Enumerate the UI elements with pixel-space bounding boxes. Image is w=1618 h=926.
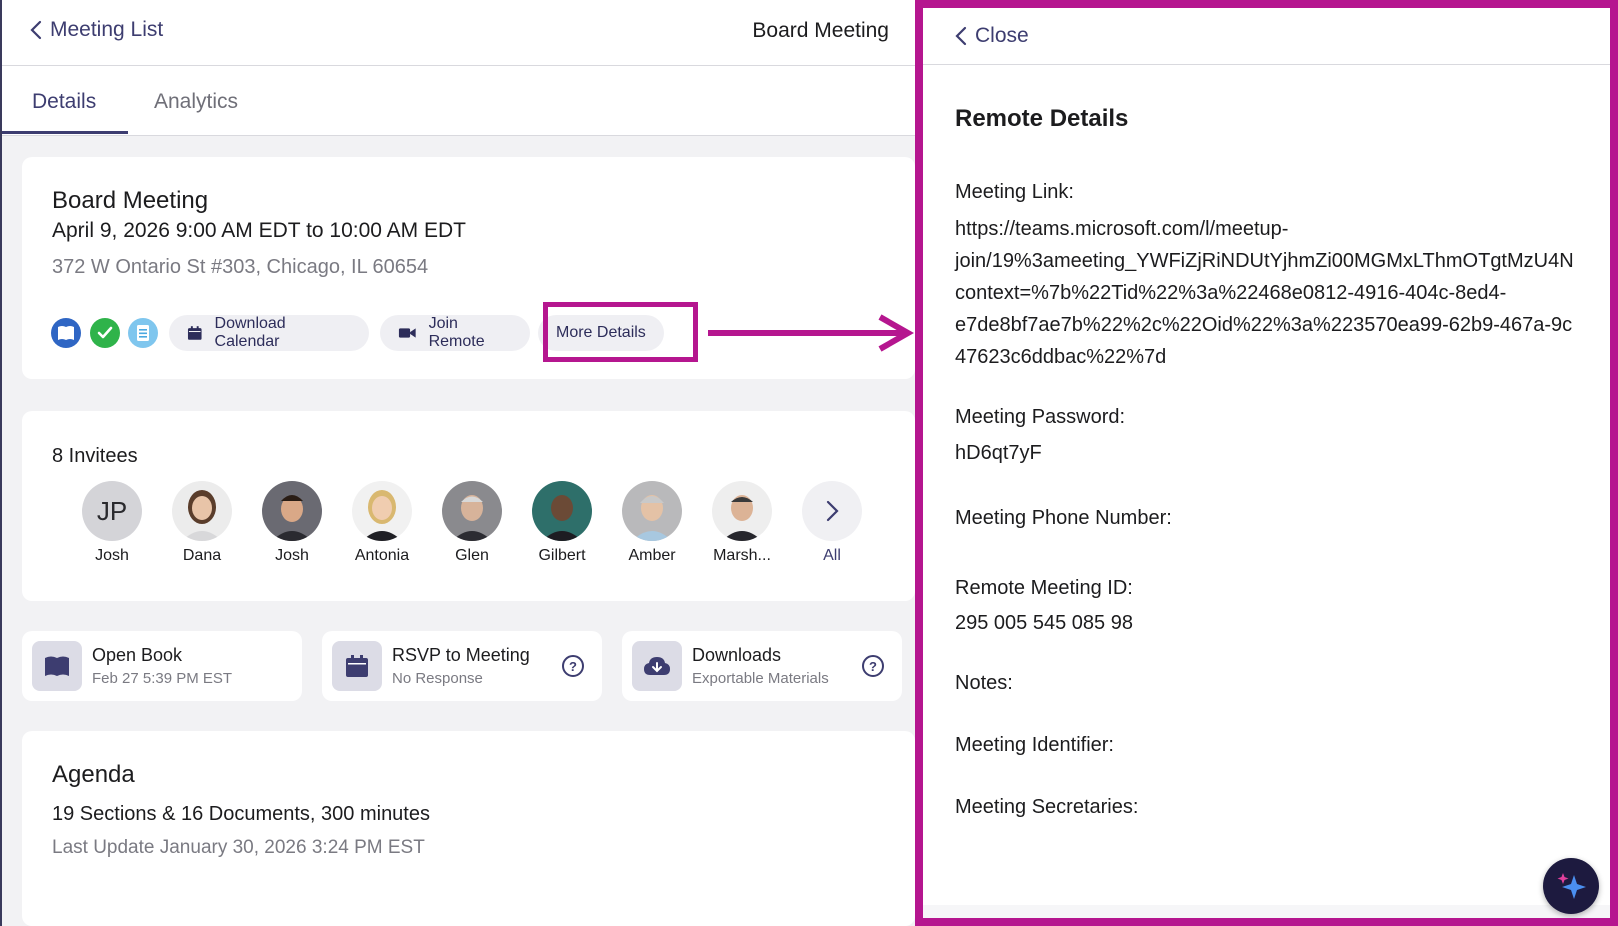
panel-body: Remote Details Meeting Link: https://tea… [923, 65, 1610, 905]
avatar [622, 481, 682, 541]
rsvp-title: RSVP to Meeting [392, 645, 530, 665]
meeting-identifier-label: Meeting Identifier: [955, 734, 1114, 756]
avatar [712, 481, 772, 541]
meeting-details-pane: Meeting List Board Meeting Details Analy… [0, 0, 915, 926]
invitee-name: Josh [95, 547, 129, 564]
open-book-card[interactable]: Open Book Feb 27 5:39 PM EST [22, 631, 302, 701]
avatar [442, 481, 502, 541]
meeting-link-line: 47623c6ddbac%22%7d [955, 346, 1167, 368]
meeting-link-line: e7de8bf7ae7b%22%2c%22Oid%22%3a%223570ea9… [955, 314, 1573, 336]
meeting-link-value[interactable]: https://teams.microsoft.com/l/meetup- jo… [955, 213, 1574, 373]
invitee[interactable]: JP Josh [72, 481, 152, 565]
question-mark-icon[interactable]: ? [562, 655, 584, 677]
join-remote-label: Join Remote [428, 315, 485, 350]
meeting-title: Board Meeting [52, 187, 209, 214]
meeting-date: April 9, 2026 9:00 AM EDT to 10:00 AM ED… [52, 219, 466, 242]
notes-label: Notes: [955, 672, 1013, 694]
invitees-count: 8 Invitees [52, 445, 138, 467]
remote-details-panel: Close Remote Details Meeting Link: https… [915, 0, 1618, 926]
agenda-last-update: Last Update January 30, 2026 3:24 PM EST [52, 837, 425, 858]
calendar-icon [187, 326, 202, 340]
tab-details[interactable]: Details [32, 90, 96, 114]
meeting-phone-label: Meeting Phone Number: [955, 507, 1172, 529]
close-label: Close [975, 24, 1029, 47]
invitee[interactable]: Marsh... [702, 481, 782, 565]
open-book-title: Open Book [92, 645, 183, 665]
chevron-left-icon [955, 26, 967, 46]
check-circle-icon[interactable] [90, 318, 120, 348]
tab-analytics[interactable]: Analytics [154, 90, 238, 114]
invitee-name: Amber [628, 547, 676, 564]
back-to-meeting-list-link[interactable]: Meeting List [30, 18, 163, 42]
agenda-card: Agenda 19 Sections & 16 Documents, 300 m… [22, 731, 915, 926]
remote-meeting-id-value: 295 005 545 085 98 [955, 612, 1133, 634]
cloud-download-icon [632, 641, 682, 691]
invitee-name: Glen [455, 547, 489, 564]
chevron-left-icon [30, 20, 42, 40]
top-bar: Meeting List Board Meeting [2, 0, 915, 66]
downloads-title: Downloads [692, 645, 782, 665]
meeting-location: 372 W Ontario St #303, Chicago, IL 60654 [52, 256, 429, 278]
invitees-card: 8 Invitees JP Josh Dana Josh Antonia Gle… [22, 411, 915, 601]
meeting-password-value: hD6qt7yF [955, 442, 1042, 464]
invitee-name: Josh [275, 547, 309, 564]
invitee-name: Antonia [354, 547, 410, 564]
invitee[interactable]: Amber [612, 481, 692, 565]
video-camera-icon [398, 328, 416, 338]
invitee[interactable]: Josh [252, 481, 332, 565]
invitee-name: Gilbert [538, 547, 586, 564]
avatar [172, 481, 232, 541]
meeting-password-label: Meeting Password: [955, 406, 1126, 428]
open-book-icon [32, 641, 82, 691]
meeting-link-label: Meeting Link: [955, 181, 1074, 203]
question-mark-icon[interactable]: ? [862, 655, 884, 677]
panel-header: Close [923, 8, 1610, 65]
ai-assistant-button[interactable] [1543, 858, 1599, 914]
download-calendar-label: Download Calendar [214, 315, 286, 350]
view-all-invitees-button[interactable]: All [792, 481, 872, 565]
document-icon[interactable] [128, 318, 158, 348]
active-tab-indicator [2, 131, 128, 134]
view-all-label: All [823, 547, 841, 564]
panel-title: Remote Details [955, 105, 1129, 132]
close-panel-link[interactable]: Close [955, 24, 1029, 48]
tab-bar: Details Analytics [2, 66, 915, 136]
invitee[interactable]: Gilbert [522, 481, 602, 565]
agenda-summary: 19 Sections & 16 Documents, 300 minutes [52, 803, 430, 825]
rsvp-card[interactable]: RSVP to Meeting No Response ? [322, 631, 602, 701]
meeting-secretaries-label: Meeting Secretaries: [955, 796, 1139, 818]
sparkle-icon [1557, 873, 1586, 899]
chevron-right-icon[interactable] [802, 481, 862, 541]
meeting-link-line: context=%7b%22Tid%22%3a%22468e0812-4916-… [955, 282, 1507, 304]
join-remote-button[interactable]: Join Remote [380, 315, 530, 351]
back-link-label: Meeting List [50, 18, 164, 41]
agenda-title: Agenda [52, 761, 135, 788]
avatar [532, 481, 592, 541]
avatar [352, 481, 412, 541]
downloads-card[interactable]: Downloads Exportable Materials ? [622, 631, 902, 701]
invitee-name: Marsh... [713, 547, 771, 564]
avatar: JP [82, 481, 142, 541]
remote-meeting-id-label: Remote Meeting ID: [955, 577, 1133, 599]
page-title: Board Meeting [752, 19, 889, 42]
arrow-right-icon [708, 314, 914, 352]
invitee[interactable]: Dana [162, 481, 242, 565]
invitee[interactable]: Glen [432, 481, 512, 565]
calendar-icon [332, 641, 382, 691]
avatar [262, 481, 322, 541]
more-details-highlight [543, 302, 698, 362]
invitee-name: Dana [182, 547, 222, 564]
open-book-subtitle: Feb 27 5:39 PM EST [92, 670, 233, 687]
meeting-link-line: https://teams.microsoft.com/l/meetup- [955, 218, 1289, 240]
download-calendar-button[interactable]: Download Calendar [169, 315, 369, 351]
rsvp-subtitle: No Response [392, 670, 483, 687]
book-icon[interactable] [51, 318, 81, 348]
meeting-link-line: join/19%3ameeting_YWFiZjRiNDUtYjhmZi00MG… [955, 250, 1574, 272]
invitee[interactable]: Antonia [342, 481, 422, 565]
downloads-subtitle: Exportable Materials [692, 670, 829, 687]
